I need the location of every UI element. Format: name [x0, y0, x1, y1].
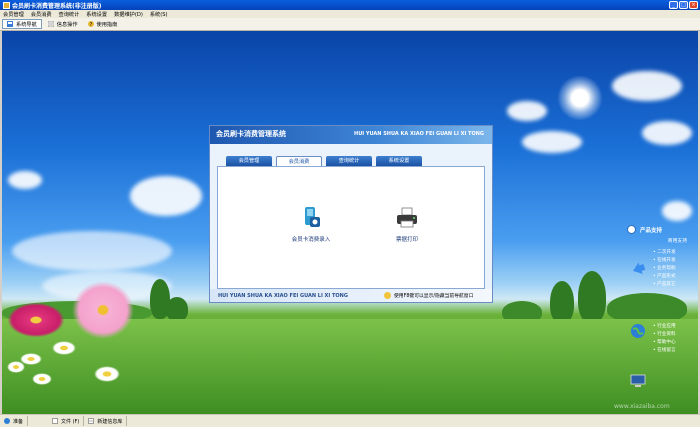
status-file[interactable]: 文件 (F) — [48, 416, 85, 426]
sun-image — [557, 75, 603, 121]
maximize-button[interactable]: □ — [679, 1, 688, 9]
support-link[interactable]: 在线开发 — [653, 257, 675, 265]
industry-link[interactable]: 在线留言 — [653, 347, 675, 355]
support-link[interactable]: 二次开发 — [653, 249, 675, 257]
status-bar: 准备 文件 (F) 新建信息库 — [0, 414, 700, 427]
status-file-text: 文件 (F) — [61, 418, 80, 425]
support-heading: 产品支持 — [627, 225, 691, 234]
dialog-header: 会员刷卡消费管理系统 HUI YUAN SHUA KA XIAO FEI GUA… — [210, 126, 492, 144]
flower-image — [7, 361, 25, 373]
support-heading-text: 产品支持 — [640, 227, 663, 234]
industry-link[interactable]: 行业资料 — [653, 331, 675, 339]
menu-member-consumption[interactable]: 会员消费 — [31, 11, 52, 18]
support-panel: 产品支持 商用支持 二次开发 在线开发 业务帮助 产品形式 产品其它 行业应用 … — [627, 225, 691, 395]
industry-link[interactable]: 行业应用 — [653, 323, 675, 331]
tree-image — [578, 271, 606, 323]
database-icon — [88, 418, 95, 424]
tab-panel: 会员卡消费录入 票据打印 — [217, 166, 485, 289]
tab-member-consumption[interactable]: 会员消费 — [276, 156, 322, 166]
cloud-image — [642, 121, 692, 145]
status-ready-text: 准备 — [13, 418, 24, 425]
ready-icon — [4, 418, 10, 424]
svg-text:?: ? — [89, 22, 92, 27]
toolbar-help-label: 使用指南 — [96, 21, 118, 28]
receipt-print-button[interactable]: 票据打印 — [382, 207, 432, 243]
tree-image — [550, 281, 574, 323]
industry-link[interactable]: 帮助中心 — [653, 339, 675, 347]
receipt-print-label: 票据打印 — [395, 237, 418, 243]
dialog-title: 会员刷卡消费管理系统 — [216, 130, 286, 138]
help-icon: ? — [87, 21, 94, 27]
tab-query-statistics[interactable]: 查询统计 — [326, 156, 372, 166]
desktop-background: 会员刷卡消费管理系统 HUI YUAN SHUA KA XIAO FEI GUA… — [2, 31, 698, 414]
title-bar: 会员刷卡消费管理系统(非注册版) _ □ × — [0, 0, 700, 10]
toolbar: 系统导航 信息操作 ? 使用指南 — [0, 18, 700, 31]
menu-query-statistics[interactable]: 查询统计 — [59, 11, 80, 18]
card-entry-icon — [305, 207, 320, 227]
cloud-image — [507, 101, 547, 121]
flower-image — [52, 341, 76, 355]
computer-icon — [630, 374, 646, 387]
tab-member-management[interactable]: 会员管理 — [226, 156, 272, 166]
flower-image — [72, 281, 134, 339]
toolbar-help-button[interactable]: ? 使用指南 — [84, 19, 122, 29]
toolbar-info-label: 信息操作 — [56, 21, 78, 28]
status-database-text: 新建信息库 — [97, 418, 123, 425]
printer-icon — [397, 207, 417, 228]
navigation-icon — [7, 21, 13, 27]
dialog-pinyin: HUI YUAN SHUA KA XIAO FEI GUAN LI XI TON… — [354, 131, 484, 137]
minimize-button[interactable]: _ — [669, 1, 678, 9]
support-list: 二次开发 在线开发 业务帮助 产品形式 产品其它 — [653, 249, 675, 289]
footer-tip-text: 使用F8键可以显示/隐藏当前导航窗口 — [394, 294, 474, 299]
globe-icon — [631, 324, 645, 338]
flower-image — [8, 303, 64, 337]
dialog-tabs: 会员管理 会员消费 查询统计 系统设置 — [226, 156, 422, 166]
watermark: www.xiazaiba.com — [614, 403, 670, 410]
arrow-icon — [633, 262, 646, 274]
cloud-image — [12, 231, 172, 271]
close-button[interactable]: × — [689, 1, 698, 9]
footer-tip: 使用F8键可以显示/隐藏当前导航窗口 — [384, 292, 473, 299]
footer-pinyin: HUI YUAN SHUA KA XIAO FEI GUAN LI XI TON… — [218, 293, 348, 299]
toolbar-navigation-label: 系统导航 — [16, 21, 37, 28]
flower-image — [94, 366, 120, 382]
navigation-dialog: 会员刷卡消费管理系统 HUI YUAN SHUA KA XIAO FEI GUA… — [209, 125, 493, 303]
toolbar-navigation-button[interactable]: 系统导航 — [2, 19, 42, 29]
cloud-image — [612, 71, 682, 101]
industry-list: 行业应用 行业资料 帮助中心 在线留言 — [653, 323, 675, 355]
menu-member-management[interactable]: 会员管理 — [3, 11, 24, 18]
app-icon — [3, 1, 10, 9]
status-ready: 准备 — [0, 416, 29, 426]
menu-system-settings[interactable]: 系统设置 — [86, 11, 107, 18]
menu-data-maintenance[interactable]: 数据维护(D) — [114, 11, 143, 18]
support-link[interactable]: 产品其它 — [653, 281, 675, 289]
dialog-footer: HUI YUAN SHUA KA XIAO FEI GUAN LI XI TON… — [210, 289, 492, 302]
card-entry-label: 会员卡消费录入 — [291, 237, 331, 243]
window-title: 会员刷卡消费管理系统(非注册版) — [12, 2, 102, 10]
cloud-image — [662, 201, 692, 221]
cloud-image — [522, 131, 582, 153]
tree-image — [166, 297, 188, 321]
flower-image — [32, 373, 52, 385]
status-database[interactable]: 新建信息库 — [84, 416, 128, 426]
toolbar-info-button[interactable]: 信息操作 — [44, 19, 82, 29]
file-icon — [52, 418, 58, 424]
support-subheading: 商用支持 — [667, 239, 687, 244]
cloud-image — [8, 171, 42, 189]
cloud-image — [130, 176, 202, 216]
info-icon — [47, 21, 54, 27]
tab-system-settings[interactable]: 系统设置 — [376, 156, 422, 166]
support-icon — [627, 225, 636, 234]
card-entry-button[interactable]: 会员卡消费录入 — [276, 205, 346, 243]
support-link[interactable]: 产品形式 — [653, 273, 675, 281]
support-link[interactable]: 业务帮助 — [653, 265, 675, 273]
menu-system[interactable]: 系统(S) — [150, 11, 168, 18]
tip-icon — [384, 292, 391, 299]
